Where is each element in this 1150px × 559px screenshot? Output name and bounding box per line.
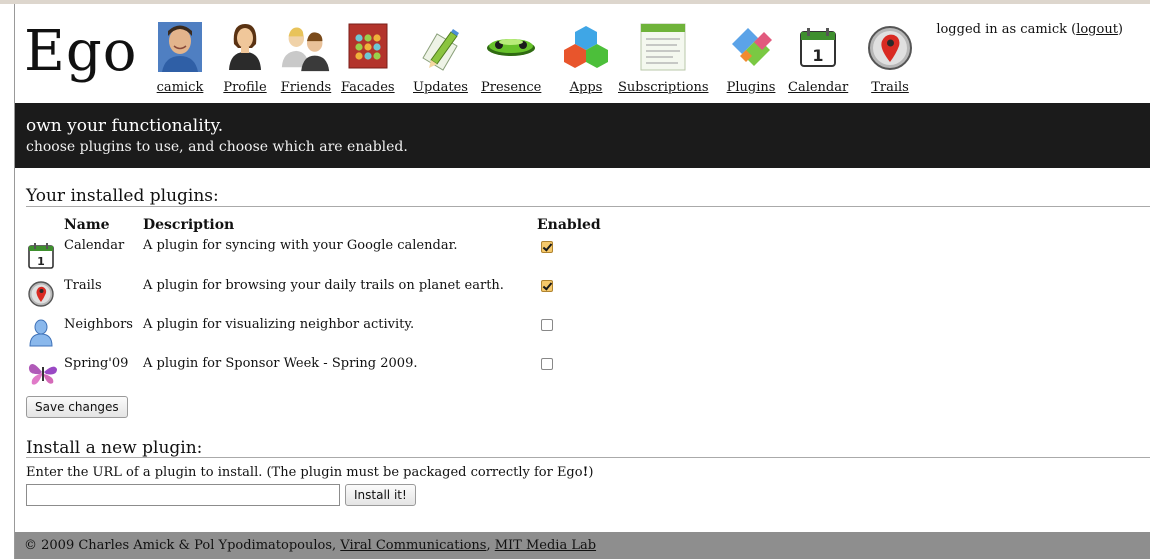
login-status: logged in as camick (logout) — [936, 22, 1123, 37]
copyright-text: © 2009 Charles Amick & Pol Ypodimatopoul… — [24, 538, 341, 553]
footer-separator: , — [486, 538, 495, 553]
subscriptions-page-icon — [640, 23, 686, 71]
calendar-icon: 1 — [800, 28, 837, 67]
presence-pill-icon — [487, 39, 536, 56]
plugin-description: A plugin for browsing your daily trails … — [143, 278, 504, 293]
login-prefix: logged in as camick ( — [936, 22, 1077, 37]
footer-text: © 2009 Charles Amick & Pol Ypodimatopoul… — [24, 538, 596, 554]
pencil-paper-icon — [422, 29, 460, 71]
nav-calendar[interactable]: 1 Calendar — [788, 14, 848, 96]
nav-facades-label: Facades — [341, 80, 395, 95]
plugin-description: A plugin for Sponsor Week - Spring 2009. — [143, 356, 418, 371]
plugin-description: A plugin for syncing with your Google ca… — [143, 238, 458, 253]
installed-plugins-heading: Your installed plugins: — [26, 186, 219, 206]
logout-link[interactable]: logout — [1076, 22, 1118, 37]
column-name-header: Name — [64, 217, 110, 233]
nav-subscriptions-label: Subscriptions — [618, 80, 709, 95]
apps-cubes-icon — [564, 26, 608, 68]
instructions-close: ) — [588, 465, 594, 480]
footer: © 2009 Charles Amick & Pol Ypodimatopoul… — [15, 532, 1150, 559]
plugin-name: Trails — [64, 278, 102, 293]
nav-updates-label: Updates — [413, 80, 468, 95]
viral-communications-link[interactable]: Viral Communications — [340, 538, 486, 553]
installed-rule — [26, 206, 1150, 207]
plugin-description: A plugin for visualizing neighbor activi… — [143, 317, 415, 332]
plugin-row-calendar: 1 Calendar A plugin for syncing with you… — [26, 237, 646, 275]
nav-friends-label: Friends — [280, 80, 332, 95]
plugins-puzzle-icon — [732, 28, 772, 66]
nav-updates[interactable]: Updates — [413, 14, 468, 96]
map-pin-icon — [868, 26, 912, 70]
enabled-checkbox-spring09[interactable] — [541, 358, 553, 370]
friends-icon — [281, 27, 330, 72]
plugin-name: Neighbors — [64, 317, 133, 332]
facades-grid-icon — [348, 23, 388, 69]
header: Ego camick Profile Friends Facades Updat… — [15, 4, 1150, 103]
plugin-name: Spring'09 — [64, 356, 129, 371]
map-pin-icon — [28, 281, 54, 307]
banner-subtitle: choose plugins to use, and choose which … — [26, 139, 408, 155]
nav-calendar-label: Calendar — [788, 80, 849, 95]
user-avatar-icon — [158, 22, 202, 72]
nav-trails[interactable]: Trails — [865, 14, 915, 96]
calendar-icon: 1 — [28, 243, 54, 269]
butterfly-icon — [28, 363, 57, 385]
nav-friends[interactable]: Friends — [277, 14, 335, 96]
nav-trails-label: Trails — [871, 80, 909, 95]
ego-logo[interactable]: Ego — [24, 22, 137, 82]
column-enabled-header: Enabled — [537, 217, 601, 233]
svg-text:1: 1 — [813, 46, 824, 65]
banner-title: own your functionality. — [26, 116, 224, 136]
nav-presence[interactable]: Presence — [481, 14, 541, 96]
enabled-checkbox-neighbors[interactable] — [541, 319, 553, 331]
nav-apps[interactable]: Apps — [561, 14, 611, 96]
install-it-button[interactable]: Install it! — [345, 484, 416, 506]
nav-presence-label: Presence — [481, 80, 542, 95]
nav-plugins[interactable]: Plugins — [726, 14, 776, 96]
nav-plugins-label: Plugins — [726, 80, 776, 95]
instructions-text: Enter the URL of a plugin to install. (T… — [26, 465, 583, 480]
plugin-url-input[interactable] — [26, 484, 340, 506]
install-rule — [26, 457, 1150, 458]
nav-profile-label: Profile — [223, 80, 267, 95]
plugin-name: Calendar — [64, 238, 125, 253]
tagline-banner: own your functionality. choose plugins t… — [15, 103, 1150, 168]
nav-camick-label: camick — [156, 80, 204, 95]
nav-profile[interactable]: Profile — [220, 14, 270, 96]
plugin-row-neighbors: Neighbors A plugin for visualizing neigh… — [26, 316, 646, 354]
install-plugin-heading: Install a new plugin: — [26, 438, 203, 458]
svg-text:1: 1 — [37, 255, 45, 268]
plugin-row-trails: Trails A plugin for browsing your daily … — [26, 277, 646, 315]
column-description-header: Description — [143, 217, 235, 233]
nav-apps-label: Apps — [569, 80, 603, 95]
save-changes-button[interactable]: Save changes — [26, 396, 128, 418]
person-icon — [229, 24, 261, 70]
enabled-checkbox-trails[interactable] — [541, 280, 553, 292]
nav-subscriptions[interactable]: Subscriptions — [618, 14, 709, 96]
mit-media-lab-link[interactable]: MIT Media Lab — [495, 538, 596, 553]
login-suffix: ) — [1117, 22, 1123, 37]
enabled-checkbox-calendar[interactable] — [541, 241, 553, 253]
nav-facades[interactable]: Facades — [341, 14, 395, 96]
install-instructions: Enter the URL of a plugin to install. (T… — [26, 465, 593, 481]
nav-camick[interactable]: camick — [155, 14, 205, 96]
person-silhouette-icon — [29, 319, 53, 347]
plugin-row-spring09: Spring'09 A plugin for Sponsor Week - Sp… — [26, 355, 646, 393]
